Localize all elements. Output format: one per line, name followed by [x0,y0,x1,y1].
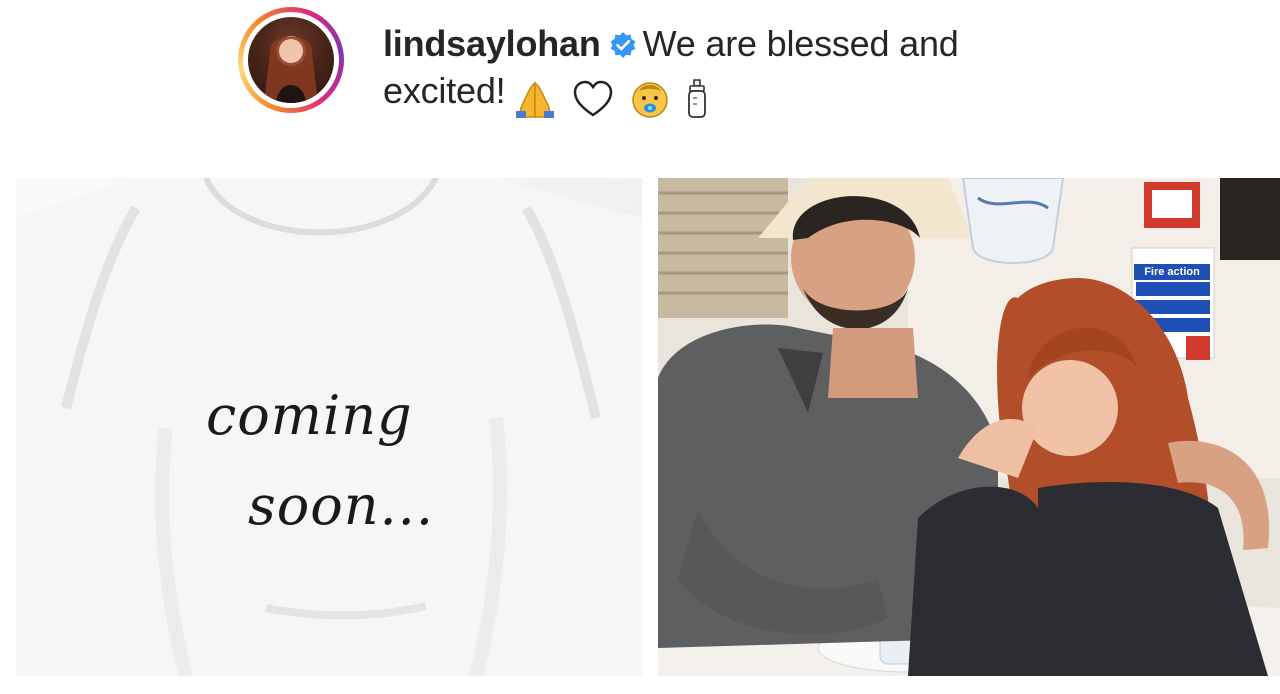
instagram-post: lindsaylohan We are blessed and excited! [0,0,1280,694]
onesie-photo: coming soon... [16,178,642,676]
white-heart-icon [574,81,613,117]
folded-hands-icon [516,82,555,119]
couple-photo: Fire action [658,178,1280,676]
onesie-text-soon: soon... [248,474,435,537]
caption-emojis [513,73,712,120]
post-caption: lindsaylohan We are blessed and excited! [383,20,1043,120]
caption-text-line2: excited! [383,70,506,111]
baby-bottle-icon [688,79,706,119]
avatar [248,17,334,103]
story-avatar[interactable] [238,7,344,113]
verified-badge-icon [610,32,636,58]
baby-icon [632,82,668,119]
fire-action-sign: Fire action [1134,264,1210,280]
onesie-text-coming: coming [206,384,413,447]
couple-illustration [658,178,1280,676]
caption-text-line1: We are blessed and [642,23,959,64]
username-link[interactable]: lindsaylohan [383,23,601,64]
